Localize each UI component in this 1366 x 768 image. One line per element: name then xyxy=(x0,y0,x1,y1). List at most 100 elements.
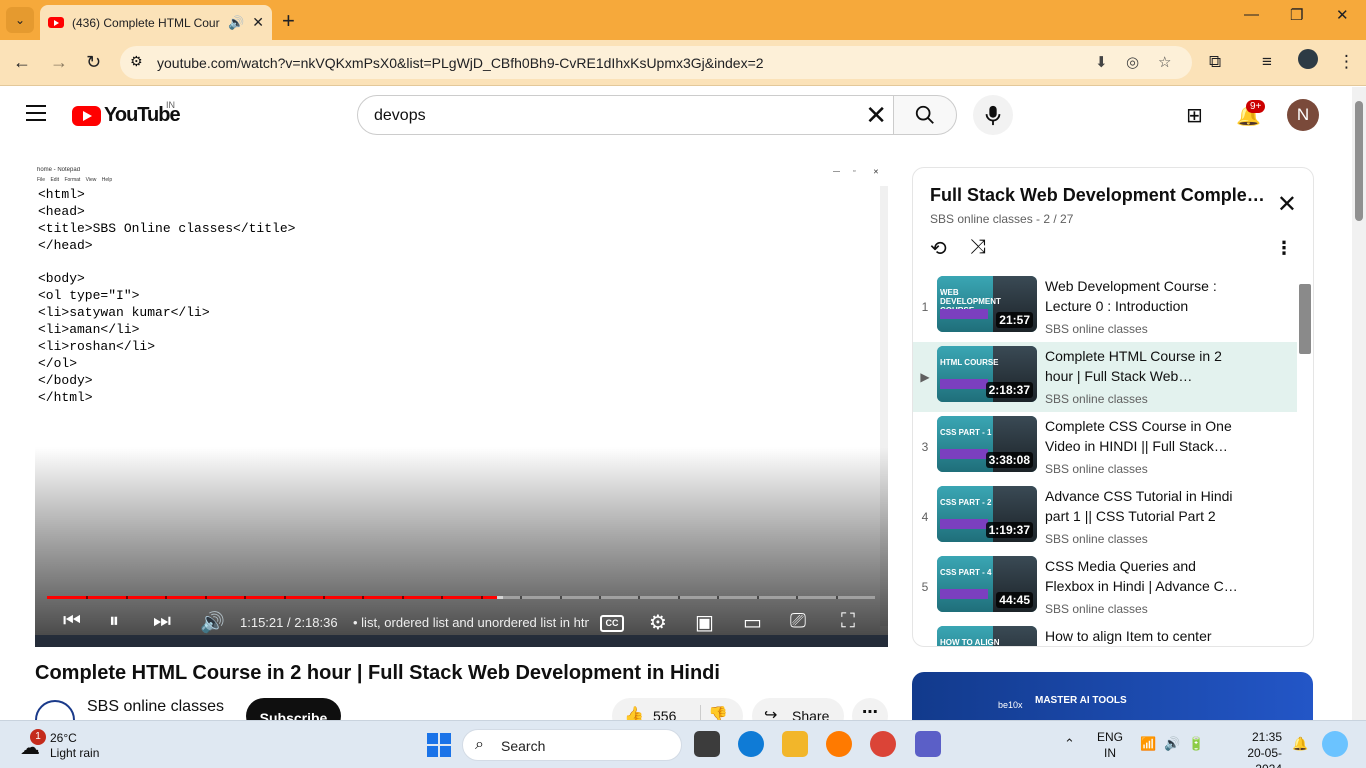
playlist-item[interactable]: 3 CSS PART - 1 3:38:08 Complete CSS Course … xyxy=(913,412,1297,482)
audio-playing-icon[interactable]: 🔊 xyxy=(228,15,244,31)
playlist-item[interactable]: ▶ HTML COURSE 2:18:37 Complete HTML Course … xyxy=(913,342,1297,412)
voice-search-button[interactable] xyxy=(973,95,1013,135)
speaker-icon[interactable]: 🔊 xyxy=(1164,736,1180,752)
notification-center-icon[interactable]: 🔔 xyxy=(1292,736,1308,752)
playlist-title[interactable]: Full Stack Web Development Complete Cour… xyxy=(930,185,1270,206)
playlist-item[interactable]: 4 CSS PART - 2 1:19:37 Advance CSS Tutorial… xyxy=(913,482,1297,552)
file-explorer-icon[interactable] xyxy=(782,731,808,757)
video-player[interactable]: home - Notepad — ▫ ✕ File Edit Format Vi… xyxy=(35,167,888,647)
playlist-menu-icon[interactable]: ⋮ xyxy=(1275,238,1293,259)
playlist-scrollbar[interactable] xyxy=(1299,272,1313,646)
subtitles-button[interactable]: CC xyxy=(600,615,624,632)
clear-search-icon[interactable]: ✕ xyxy=(865,100,887,131)
windows-start-icon[interactable] xyxy=(427,733,451,757)
playlist-scrollbar-thumb[interactable] xyxy=(1299,284,1311,354)
next-video-icon[interactable]: ⏭ xyxy=(153,610,171,633)
playlist-item-duration: 44:45 xyxy=(996,592,1033,608)
chapter-title-text: list, ordered list and unordered list in… xyxy=(361,615,589,630)
show-hidden-icons-icon[interactable]: ⌃ xyxy=(1064,736,1075,752)
miniplayer-icon[interactable]: ▣ xyxy=(695,610,714,635)
create-video-icon[interactable]: ⊞ xyxy=(1186,103,1203,128)
taskbar-search[interactable]: ⌕ Search xyxy=(462,729,682,761)
back-icon[interactable]: ← xyxy=(13,52,31,73)
video-title: Complete HTML Course in 2 hour | Full St… xyxy=(35,662,720,684)
chapter-marker xyxy=(480,596,483,599)
bookmark-star-icon[interactable]: ☆ xyxy=(1158,53,1171,71)
shuffle-icon[interactable]: ⤨ xyxy=(970,236,986,259)
playlist-subtitle: SBS online classes - 2 / 27 xyxy=(930,212,1074,226)
pause-icon[interactable]: ⏸ xyxy=(109,610,119,633)
chapter-title[interactable]: • list, ordered list and unordered list … xyxy=(353,615,589,630)
cast-icon[interactable]: ⎚ xyxy=(790,610,806,633)
firefox-icon[interactable] xyxy=(826,731,852,757)
playlist-item-thumbnail[interactable]: CSS PART - 2 1:19:37 xyxy=(937,486,1037,542)
install-app-icon[interactable]: ⬇ xyxy=(1095,53,1108,71)
page-scrollbar-thumb[interactable] xyxy=(1355,101,1363,221)
close-window-icon[interactable]: ✕ xyxy=(1336,6,1349,24)
media-control-icon[interactable]: ≡ xyxy=(1262,52,1272,72)
microphone-icon xyxy=(985,105,1001,126)
tab-search-button[interactable]: ⌄ xyxy=(6,7,34,33)
url-text[interactable]: youtube.com/watch?v=nkVQKxmPsX0&list=PLg… xyxy=(157,55,764,71)
code-line: <li>aman</li> xyxy=(38,322,140,338)
playlist-item[interactable]: 1 WEB DEVELOPMENT COURSE21:57Web Developm… xyxy=(913,272,1297,342)
guide-menu-icon[interactable] xyxy=(26,105,46,126)
edge-browser-icon[interactable] xyxy=(738,731,764,757)
chapter-marker xyxy=(796,596,799,599)
channel-name[interactable]: SBS online classes xyxy=(87,698,224,716)
playlist-panel: Full Stack Web Development Complete Cour… xyxy=(912,167,1314,647)
system-clock[interactable]: 21:35 20-05-2024 xyxy=(1222,729,1282,768)
new-tab-button[interactable]: + xyxy=(282,8,295,34)
youtube-logo[interactable]: YouTube IN xyxy=(72,100,181,127)
playlist-item-thumbnail[interactable]: WEB DEVELOPMENT COURSE21:57 xyxy=(937,276,1037,332)
close-tab-icon[interactable]: ✕ xyxy=(252,14,264,31)
volume-icon[interactable]: 🔊 xyxy=(200,610,225,635)
reload-icon[interactable]: ↻ xyxy=(86,52,101,73)
browser-menu-icon[interactable]: ⋮ xyxy=(1338,52,1355,72)
page-scrollbar[interactable] xyxy=(1352,87,1366,720)
playlist-item-index: 4 xyxy=(921,510,929,524)
playlist-item-thumbnail[interactable]: HOW TO ALIGN xyxy=(937,626,1037,646)
thumbnail-strip xyxy=(940,449,988,459)
minimize-icon[interactable]: — xyxy=(1244,6,1259,23)
chapter-marker xyxy=(520,596,523,599)
playlist-item-title: Complete CSS Course in One Video in HIND… xyxy=(1045,418,1232,454)
chapter-marker xyxy=(86,596,89,599)
teams-icon[interactable] xyxy=(915,731,941,757)
maximize-icon[interactable]: ❐ xyxy=(1290,6,1303,24)
copilot-icon[interactable] xyxy=(1322,731,1348,757)
chapter-marker xyxy=(441,596,444,599)
fullscreen-icon[interactable]: ⛶ xyxy=(841,610,855,633)
playlist-item-thumbnail[interactable]: HTML COURSE 2:18:37 xyxy=(937,346,1037,402)
wifi-icon[interactable]: 📶 xyxy=(1140,736,1156,752)
account-avatar[interactable]: N xyxy=(1287,99,1319,131)
site-info-icon[interactable]: ⚙ xyxy=(130,53,143,70)
close-playlist-icon[interactable]: ✕ xyxy=(1277,190,1297,219)
search-query[interactable]: devops xyxy=(374,107,426,125)
forward-icon[interactable]: → xyxy=(50,52,68,73)
settings-gear-icon[interactable]: ⚙ xyxy=(649,610,667,635)
eye-off-icon[interactable]: ◎ xyxy=(1126,53,1139,71)
search-icon xyxy=(915,105,934,124)
battery-icon[interactable]: 🔋 xyxy=(1188,736,1204,752)
theater-mode-icon[interactable]: ▭ xyxy=(743,610,762,635)
address-bar[interactable]: ⚙ youtube.com/watch?v=nkVQKxmPsX0&list=P… xyxy=(120,46,1192,79)
playlist-item[interactable]: 5 CSS PART - 4 44:45 CSS Media Queries and … xyxy=(913,552,1297,622)
browser-tab-active[interactable]: (436) Complete HTML Course in 2 hour | F… xyxy=(40,5,272,40)
loop-playlist-icon[interactable]: ⟲ xyxy=(930,236,947,261)
previous-video-icon[interactable]: ⏮ xyxy=(63,610,81,633)
playlist-items: 1 WEB DEVELOPMENT COURSE21:57Web Developm… xyxy=(913,272,1297,646)
profile-avatar-icon[interactable] xyxy=(1298,49,1318,69)
notepad-titlebar: home - Notepad xyxy=(37,167,81,173)
search-button[interactable] xyxy=(893,95,957,135)
playlist-item-thumbnail[interactable]: CSS PART - 1 3:38:08 xyxy=(937,416,1037,472)
chrome-icon[interactable] xyxy=(870,731,896,757)
progress-bar[interactable] xyxy=(47,596,875,599)
language-indicator[interactable]: ENG IN xyxy=(1097,729,1123,761)
task-view-icon[interactable] xyxy=(694,731,720,757)
weather-badge: 1 xyxy=(30,729,46,745)
playlist-item[interactable]: HOW TO ALIGN How to align Item to center xyxy=(913,622,1297,646)
search-input[interactable]: devops ✕ xyxy=(357,95,894,135)
extensions-icon[interactable]: ⧉ xyxy=(1209,52,1221,72)
playlist-item-thumbnail[interactable]: CSS PART - 4 44:45 xyxy=(937,556,1037,612)
